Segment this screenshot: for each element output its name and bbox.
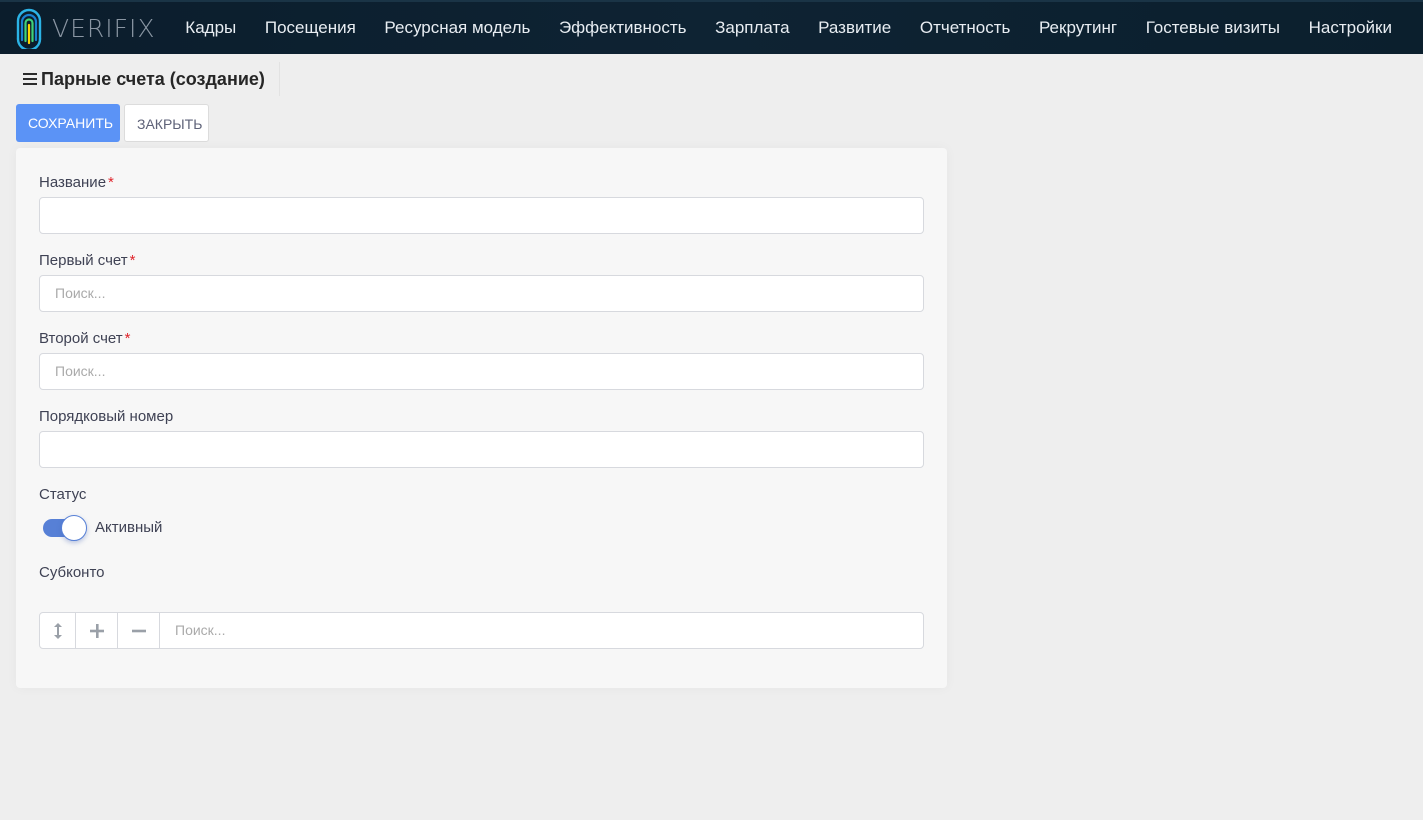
action-toolbar: СОХРАНИТЬ ЗАКРЫТЬ: [16, 104, 209, 142]
order-number-label: Порядковый номер: [39, 408, 174, 425]
page-title: Парные счета (создание): [41, 68, 265, 89]
save-button[interactable]: СОХРАНИТЬ: [16, 104, 120, 142]
main-menu: Кадры Посещения Ресурсная модель Эффекти…: [171, 1, 1406, 55]
nav-item-efficiency[interactable]: Эффективность: [545, 1, 701, 55]
fingerprint-logo-icon: [16, 8, 42, 49]
nav-item-salary[interactable]: Зарплата: [701, 1, 804, 55]
name-input[interactable]: [39, 197, 924, 234]
nav-item-reports[interactable]: Отчетность: [906, 1, 1025, 55]
close-button[interactable]: ЗАКРЫТЬ: [124, 104, 209, 142]
page-header: Парные счета (создание): [16, 62, 280, 96]
sort-vertical-icon[interactable]: [40, 613, 76, 648]
subconto-search-input[interactable]: Поиск...: [160, 613, 923, 648]
subconto-control: Поиск...: [39, 612, 924, 649]
brand-name: VERIFIX: [52, 13, 156, 43]
nav-item-recruiting[interactable]: Рекрутинг: [1025, 1, 1132, 55]
second-account-label: Второй счет *: [39, 330, 131, 347]
status-toggle-label: Активный: [95, 519, 163, 536]
required-mark: *: [124, 330, 131, 347]
required-mark: *: [129, 252, 136, 269]
nav-item-attendance[interactable]: Посещения: [251, 1, 371, 55]
form-card: Название * Первый счет * Поиск... Второй с…: [16, 148, 947, 688]
nav-item-guest-visits[interactable]: Гостевые визиты: [1131, 1, 1294, 55]
first-account-search-input[interactable]: Поиск...: [39, 275, 924, 312]
nav-item-development[interactable]: Развитие: [804, 1, 906, 55]
name-label: Название *: [39, 174, 114, 191]
first-account-label: Первый счет *: [39, 252, 136, 269]
plus-icon[interactable]: [76, 613, 118, 648]
second-account-search-input[interactable]: Поиск...: [39, 353, 924, 390]
top-navbar: VERIFIX Кадры Посещения Ресурсная модель…: [0, 0, 1423, 54]
brand-logo[interactable]: VERIFIX: [0, 1, 171, 55]
toggle-knob: [61, 515, 87, 541]
nav-item-resource-model[interactable]: Ресурсная модель: [370, 1, 545, 55]
nav-item-settings[interactable]: Настройки: [1294, 1, 1406, 55]
minus-icon[interactable]: [118, 613, 160, 648]
order-number-input[interactable]: [39, 431, 924, 468]
status-toggle[interactable]: [43, 515, 87, 541]
required-mark: *: [108, 174, 114, 191]
hamburger-icon[interactable]: [23, 73, 37, 85]
status-label: Статус: [39, 486, 87, 503]
subconto-label: Субконто: [39, 564, 105, 581]
nav-item-kadry[interactable]: Кадры: [171, 1, 251, 55]
